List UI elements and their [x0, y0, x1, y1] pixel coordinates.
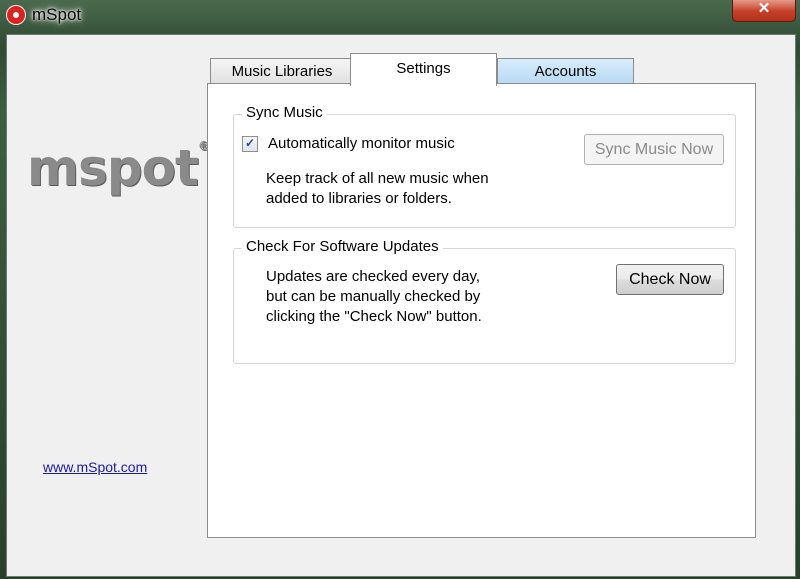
auto-monitor-label[interactable]: Automatically monitor music	[268, 135, 455, 152]
title-bar[interactable]: mSpot ✕	[0, 0, 800, 34]
app-icon	[6, 5, 26, 25]
tab-music-libraries[interactable]: Music Libraries	[210, 58, 354, 84]
close-icon: ✕	[757, 0, 771, 17]
software-updates-group: Check For Software Updates Updates are c…	[233, 238, 736, 364]
close-button[interactable]: ✕	[732, 0, 796, 22]
check-now-button[interactable]: Check Now	[616, 264, 724, 295]
tab-accounts[interactable]: Accounts	[497, 58, 634, 84]
sync-music-legend: Sync Music	[242, 104, 327, 121]
software-updates-legend: Check For Software Updates	[242, 238, 443, 255]
tab-settings[interactable]: Settings	[350, 53, 497, 86]
sync-music-group: Sync Music ✓ Automatically monitor music…	[233, 104, 736, 228]
auto-monitor-checkbox[interactable]: ✓	[242, 136, 258, 152]
sync-description: Keep track of all new music when added t…	[266, 170, 489, 207]
mspot-logo: mspot®	[27, 139, 210, 197]
window-frame: mSpot ✕ mspot® www.mSpot.com Music Libra…	[0, 0, 800, 579]
window-title: mSpot	[32, 5, 82, 24]
client-area: mspot® www.mSpot.com Music Libraries Set…	[6, 34, 796, 577]
update-description: Updates are checked every day, but can b…	[266, 268, 482, 325]
settings-panel: Sync Music ✓ Automatically monitor music…	[207, 83, 756, 538]
sync-music-now-button[interactable]: Sync Music Now	[584, 134, 724, 165]
website-link[interactable]: www.mSpot.com	[43, 459, 147, 475]
